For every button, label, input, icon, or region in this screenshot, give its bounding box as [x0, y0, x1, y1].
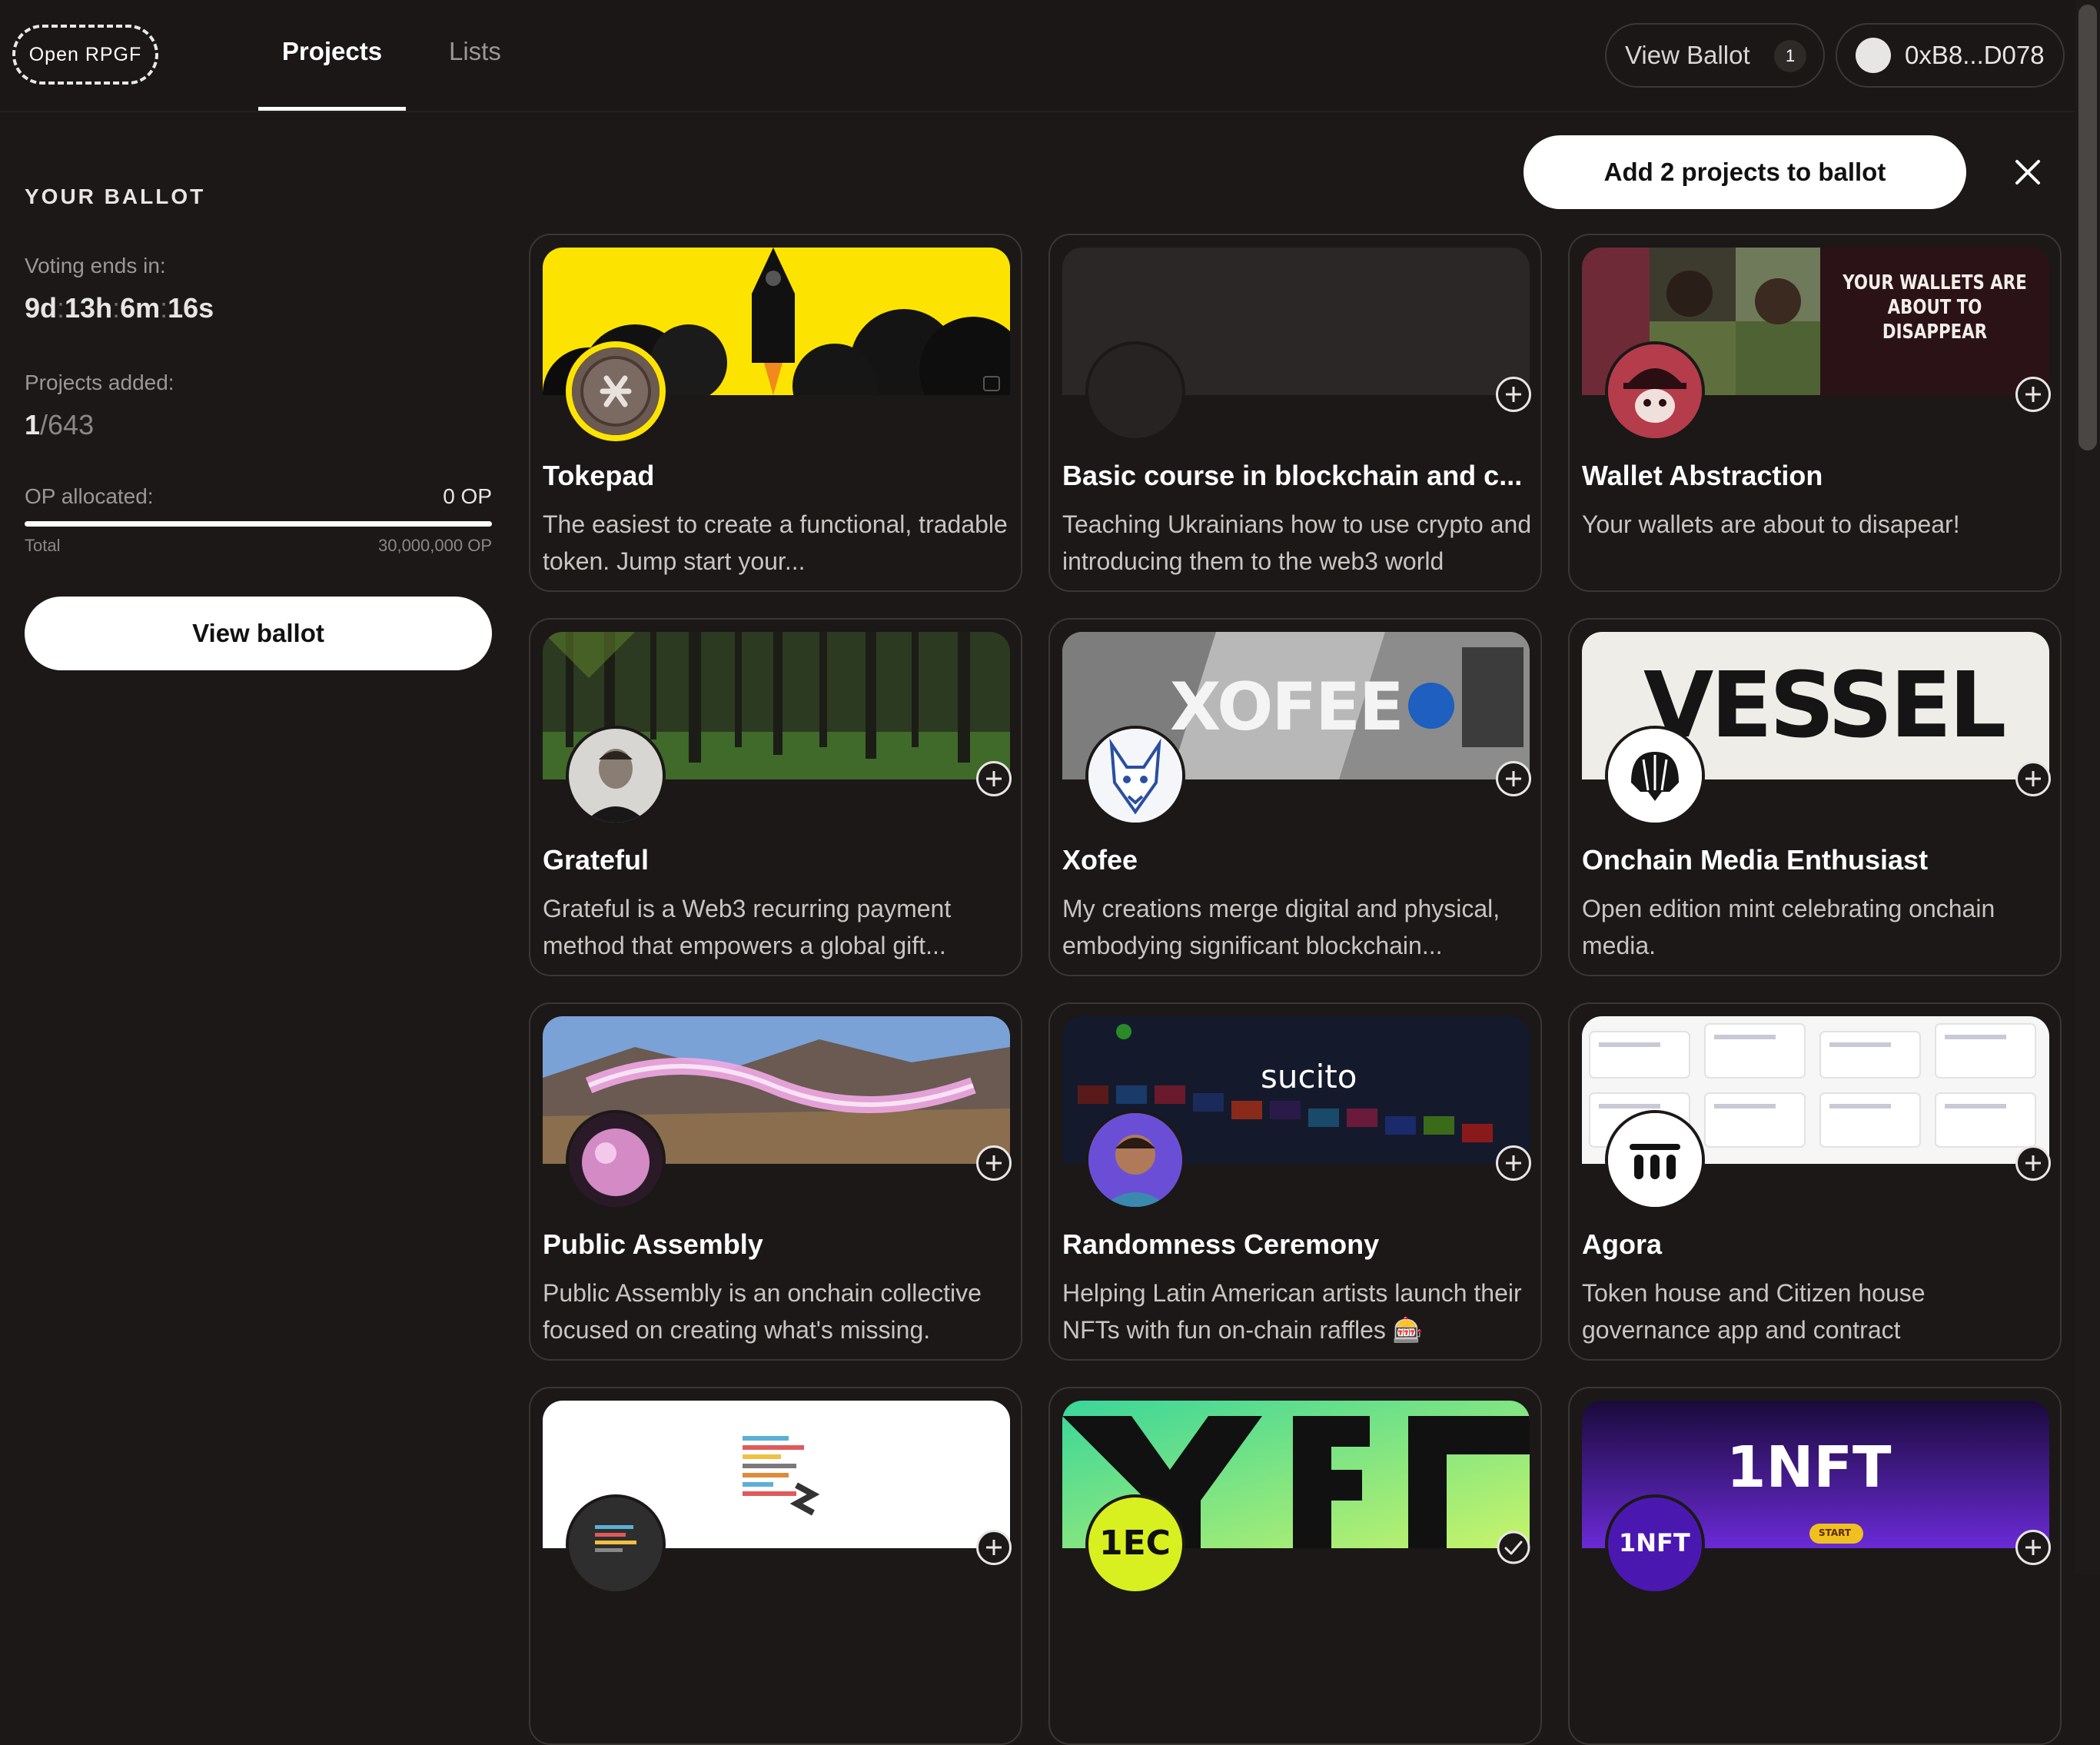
- countdown-hours: 13h: [65, 292, 113, 324]
- project-card-tokepad[interactable]: Tokepad The easiest to create a function…: [529, 234, 1022, 592]
- add-to-ballot-icon[interactable]: [2015, 1530, 2051, 1565]
- add-to-ballot-icon[interactable]: [1496, 377, 1531, 412]
- project-card-xofee[interactable]: XOFEE Xofee My creations merge digital a…: [1048, 618, 1542, 976]
- wallet-cover-headline: YOUR WALLETS ARE ABOUT TO DISAPPEAR: [1841, 271, 2029, 344]
- project-description: Your wallets are about to disapear!: [1582, 510, 1960, 538]
- project-card-row4-3[interactable]: 1NFT START 1NFT: [1568, 1387, 2062, 1745]
- xofee-cover-text: XOFEE: [1170, 669, 1404, 746]
- project-title: Wallet Abstraction: [1582, 460, 1823, 491]
- project-avatar: [566, 1110, 666, 1210]
- project-description: Helping Latin American artists launch th…: [1062, 1279, 1522, 1344]
- scrollbar-thumb[interactable]: [2078, 5, 2097, 450]
- view-ballot-button[interactable]: View ballot: [25, 597, 492, 670]
- tab-lists[interactable]: Lists: [449, 37, 501, 111]
- project-title: Xofee: [1062, 844, 1138, 876]
- wallet-avatar: [1856, 38, 1891, 73]
- view-ballot-label: View Ballot: [1625, 41, 1750, 69]
- project-description: Grateful is a Web3 recurring payment met…: [543, 895, 952, 959]
- added-to-ballot-check-icon[interactable]: [1496, 1530, 1531, 1565]
- project-avatar: [566, 726, 666, 826]
- onenft-cover-text: 1NFT: [1726, 1434, 1892, 1501]
- project-card-row4-2[interactable]: 1EC: [1048, 1387, 1542, 1745]
- op-allocation-progress-bar: [25, 521, 492, 527]
- project-card-basic-course[interactable]: Basic course in blockchain and c... Teac…: [1048, 234, 1542, 592]
- project-description: My creations merge digital and physical,…: [1062, 895, 1500, 959]
- project-avatar: [1085, 1110, 1185, 1210]
- project-avatar: [566, 1494, 666, 1594]
- top-navigation-bar: Open RPGF Projects Lists View Ballot 1 0…: [0, 0, 2100, 112]
- project-card-randomness-ceremony[interactable]: sucito Randomness Ceremony Helping Latin…: [1048, 1002, 1542, 1361]
- project-title: Randomness Ceremony: [1062, 1228, 1380, 1260]
- project-title: Basic course in blockchain and c...: [1062, 460, 1523, 491]
- project-description: Open edition mint celebrating onchain me…: [1582, 895, 1995, 959]
- project-avatar: [1605, 341, 1705, 441]
- sidebar-title: YOUR BALLOT: [25, 184, 206, 208]
- tab-projects[interactable]: Projects: [258, 37, 406, 111]
- add-to-ballot-icon[interactable]: [976, 1530, 1012, 1565]
- wallet-headline-line-2: ABOUT TO: [1887, 296, 1982, 319]
- wallet-address: 0xB8...D078: [1905, 41, 2045, 69]
- add-to-ballot-icon[interactable]: [1496, 761, 1531, 796]
- project-description: Token house and Citizen house governance…: [1582, 1279, 1926, 1344]
- project-title: Agora: [1582, 1228, 1663, 1260]
- project-card-row4-1[interactable]: [529, 1387, 1022, 1745]
- op-allocated-label: OP allocated:: [25, 484, 154, 508]
- project-avatar: [1605, 726, 1705, 826]
- sucito-cover-text: sucito: [1261, 1058, 1357, 1095]
- project-avatar: [1605, 1110, 1705, 1210]
- onetec-avatar-text: 1EC: [1099, 1524, 1171, 1563]
- add-to-ballot-icon[interactable]: [2015, 761, 2051, 796]
- vessel-cover-text: VESSEL: [1643, 652, 2006, 758]
- wallet-headline-line-3: DISAPPEAR: [1882, 321, 1988, 344]
- projects-total-value: /643: [40, 409, 95, 440]
- project-description: Teaching Ukrainians how to use crypto an…: [1062, 510, 1532, 575]
- project-title: Public Assembly: [543, 1228, 763, 1260]
- add-to-ballot-icon[interactable]: [1496, 1145, 1531, 1181]
- add-projects-to-ballot-button[interactable]: Add 2 projects to ballot: [1523, 135, 1966, 209]
- op-allocated-value: 0 OP: [443, 484, 492, 508]
- projects-added-count: 1/643: [25, 409, 94, 441]
- op-allocated-row: OP allocated: 0 OP: [25, 484, 492, 509]
- project-avatar: [1085, 726, 1185, 826]
- countdown-seconds: 16s: [168, 292, 214, 324]
- voting-ends-label: Voting ends in:: [25, 254, 166, 278]
- voting-countdown: 9d:13h:6m:16s: [25, 292, 214, 324]
- project-title: Onchain Media Enthusiast: [1582, 844, 1929, 876]
- project-description: Public Assembly is an onchain collective…: [543, 1279, 982, 1344]
- op-total-label: Total: [25, 536, 61, 555]
- close-icon[interactable]: [2008, 152, 2048, 192]
- open-rpgf-logo[interactable]: Open RPGF: [12, 25, 158, 85]
- project-card-grateful[interactable]: Grateful Grateful is a Web3 recurring pa…: [529, 618, 1022, 976]
- add-to-ballot-icon[interactable]: [2015, 377, 2051, 412]
- project-card-wallet-abstraction[interactable]: YOUR WALLETS ARE ABOUT TO DISAPPEAR Wall…: [1568, 234, 2062, 592]
- projects-added-value: 1: [25, 409, 41, 440]
- wallet-account-button[interactable]: 0xB8...D078: [1836, 23, 2065, 88]
- page-scrollbar[interactable]: [2075, 0, 2100, 1574]
- view-ballot-header-button[interactable]: View Ballot 1: [1605, 23, 1825, 88]
- onenft-avatar-text: 1NFT: [1619, 1528, 1690, 1557]
- project-description: The easiest to create a functional, trad…: [543, 510, 1008, 575]
- project-card-public-assembly[interactable]: Public Assembly Public Assembly is an on…: [529, 1002, 1022, 1361]
- project-title: Grateful: [543, 844, 650, 876]
- project-avatar: 1EC: [1085, 1494, 1185, 1594]
- countdown-days: 9d: [25, 292, 58, 324]
- project-card-agora[interactable]: Agora Token house and Citizen house gove…: [1568, 1002, 2062, 1361]
- project-card-onchain-media-enthusiast[interactable]: VESSEL Onchain Media Enthusiast Open edi…: [1568, 618, 2062, 976]
- wallet-headline-line-1: YOUR WALLETS ARE: [1842, 271, 2027, 294]
- project-avatar: [566, 341, 666, 441]
- op-total-value: 30,000,000 OP: [377, 536, 492, 555]
- project-avatar: [1085, 341, 1185, 441]
- ballot-count-badge: 1: [1774, 40, 1806, 72]
- projects-added-label: Projects added:: [25, 371, 174, 394]
- add-to-ballot-icon[interactable]: [976, 1145, 1012, 1181]
- add-to-ballot-icon[interactable]: [2015, 1145, 2051, 1181]
- countdown-minutes: 6m: [120, 292, 161, 324]
- onenft-start-text: START: [1819, 1527, 1852, 1538]
- add-to-ballot-icon[interactable]: [976, 761, 1012, 796]
- op-total-row: Total 30,000,000 OP: [25, 536, 492, 556]
- project-avatar: 1NFT: [1605, 1494, 1705, 1594]
- project-title: Tokepad: [543, 460, 655, 491]
